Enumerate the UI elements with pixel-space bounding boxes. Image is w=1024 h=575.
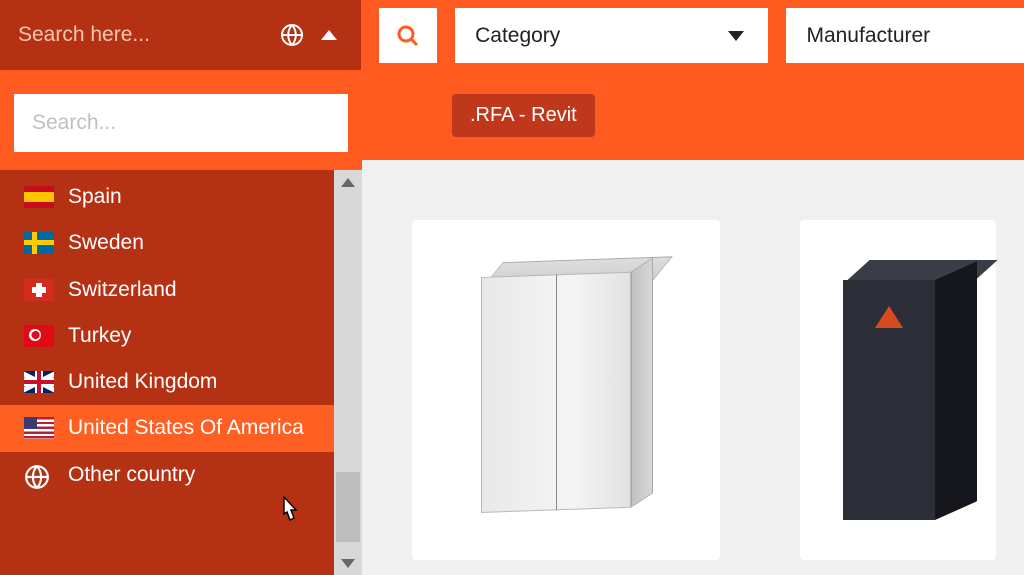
- result-card[interactable]: [800, 220, 996, 560]
- region-selector-placeholder: Search here...: [18, 23, 150, 47]
- top-bar: Search here... Category Manufacturer: [0, 0, 1024, 70]
- region-dropdown-search-wrap: [0, 76, 362, 170]
- region-dropdown: Spain Sweden Switzerland Turkey United Kingd…: [0, 70, 362, 575]
- country-item[interactable]: Switzerland: [0, 267, 334, 313]
- country-item-label: Turkey: [68, 323, 310, 349]
- flag-icon: [24, 371, 54, 393]
- country-item-label: Switzerland: [68, 277, 310, 303]
- country-item-label: United States Of America: [68, 415, 310, 441]
- region-selector[interactable]: Search here...: [0, 0, 361, 70]
- country-item-label: Sweden: [68, 230, 310, 256]
- country-item[interactable]: United States Of America: [0, 405, 334, 451]
- filter-chip-rfa[interactable]: .RFA - Revit: [452, 94, 595, 137]
- category-filter-label: Category: [475, 24, 560, 48]
- chevron-down-icon: [728, 31, 744, 41]
- country-item-label: Other country: [68, 462, 310, 488]
- result-thumbnail-tower: [843, 260, 983, 520]
- flag-icon: [24, 325, 54, 347]
- region-search-input[interactable]: [14, 94, 348, 152]
- scroll-down-icon[interactable]: [334, 551, 362, 575]
- country-item-label: Spain: [68, 184, 310, 210]
- flag-icon: [24, 417, 54, 439]
- country-item[interactable]: United Kingdom: [0, 359, 334, 405]
- result-card[interactable]: [412, 220, 720, 560]
- country-item-label: United Kingdom: [68, 369, 310, 395]
- region-dropdown-list: Spain Sweden Switzerland Turkey United Kingd…: [0, 170, 362, 575]
- country-item[interactable]: Other country: [0, 452, 334, 498]
- flag-icon: [24, 279, 54, 301]
- result-thumbnail-cabinet: [481, 257, 651, 523]
- chevron-up-icon: [321, 30, 337, 40]
- country-item[interactable]: Spain: [0, 174, 334, 220]
- flag-icon: [24, 232, 54, 254]
- region-dropdown-scrollbar[interactable]: [334, 170, 362, 575]
- globe-icon: [279, 22, 305, 48]
- country-item[interactable]: Sweden: [0, 220, 334, 266]
- results-grid: [362, 160, 1024, 575]
- scroll-thumb[interactable]: [336, 472, 360, 542]
- globe-icon: [24, 464, 54, 486]
- search-button[interactable]: [379, 8, 437, 63]
- country-item[interactable]: Turkey: [0, 313, 334, 359]
- manufacturer-filter[interactable]: Manufacturer: [786, 8, 1024, 63]
- flag-icon: [24, 186, 54, 208]
- scroll-track[interactable]: [334, 194, 362, 551]
- scroll-up-icon[interactable]: [334, 170, 362, 194]
- manufacturer-filter-label: Manufacturer: [806, 24, 930, 48]
- category-filter[interactable]: Category: [455, 8, 768, 63]
- pointer-cursor-icon: [276, 495, 302, 525]
